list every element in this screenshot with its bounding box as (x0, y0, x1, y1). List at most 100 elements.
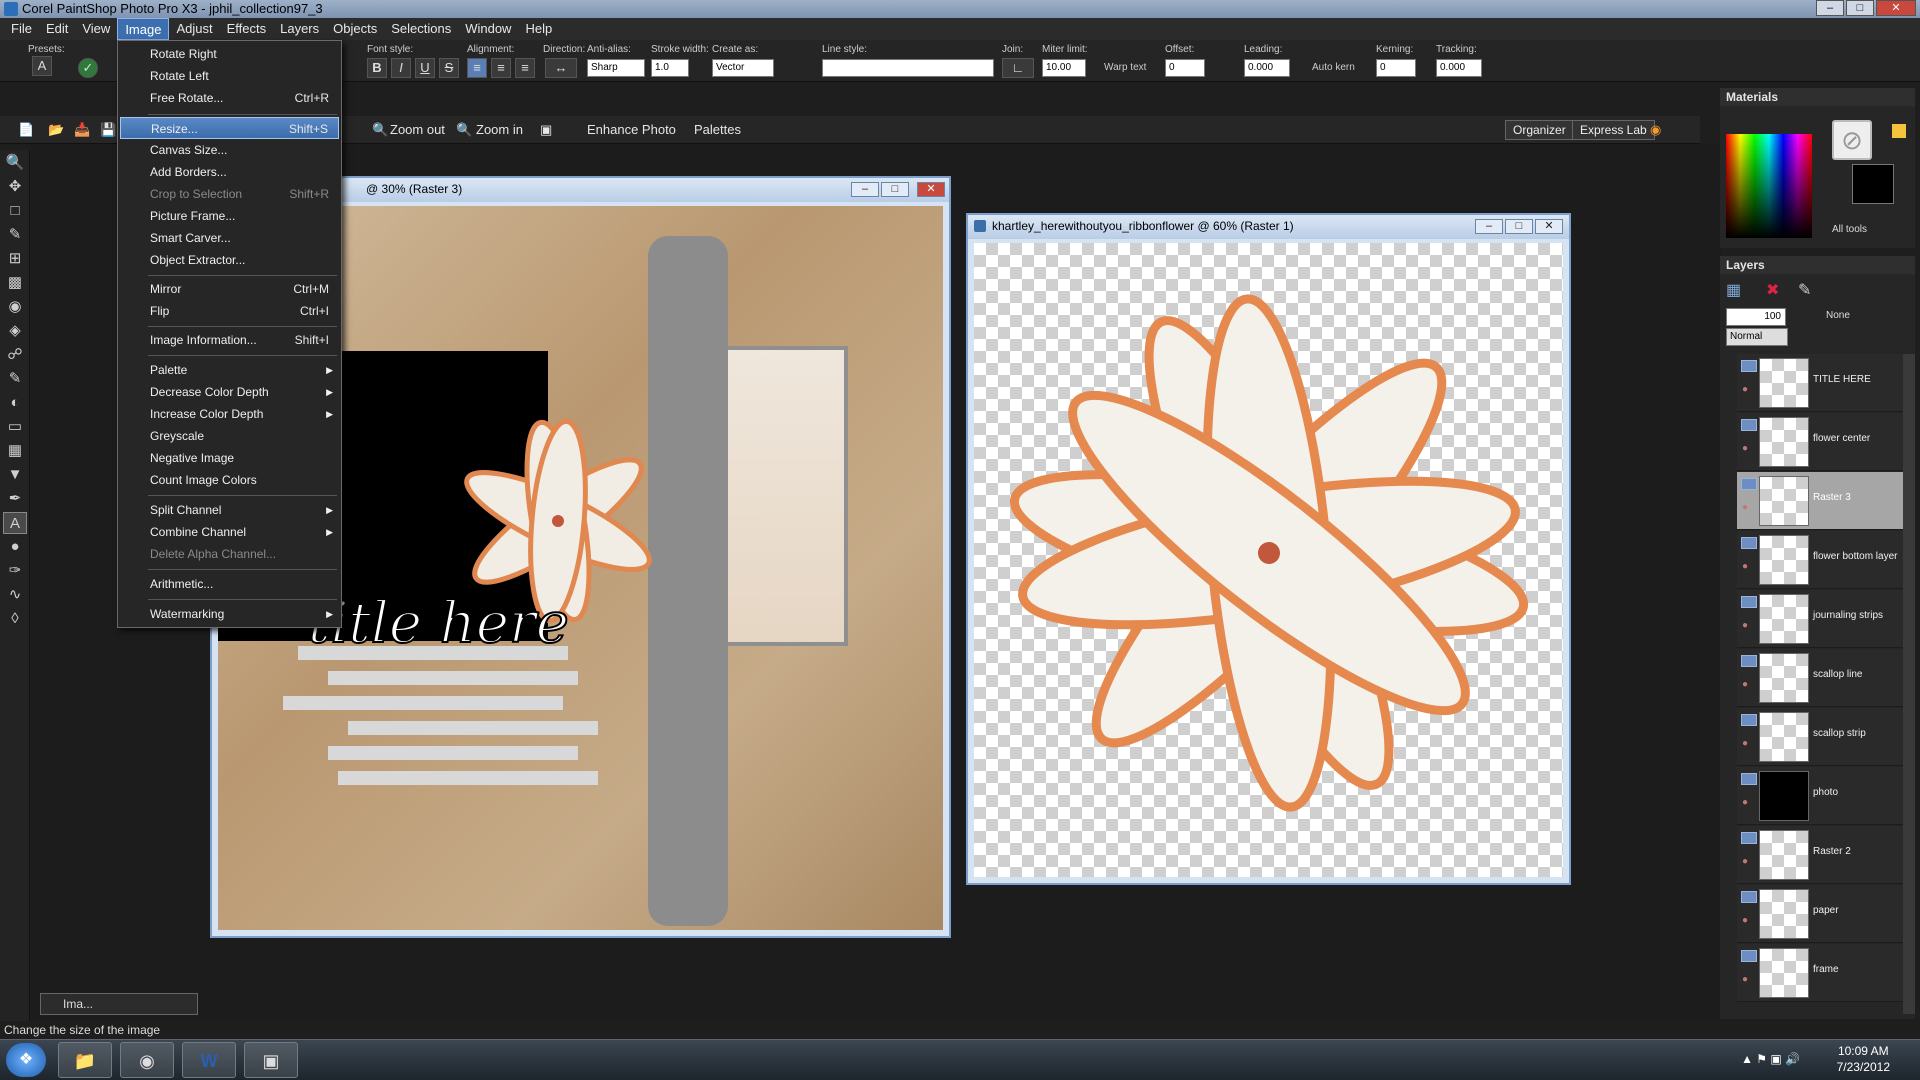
zoom-in-button[interactable]: Zoom in (476, 121, 523, 139)
eraser-tool-icon[interactable]: ▭ (3, 416, 27, 438)
menu-item-smart-carver[interactable]: Smart Carver... (120, 227, 339, 249)
minimized-document[interactable]: Ima... (40, 993, 198, 1015)
blend-mode-select[interactable]: Normal (1726, 328, 1788, 346)
layer-mask-icon[interactable]: ✎ (1798, 280, 1811, 300)
bold-icon[interactable]: B (367, 58, 387, 78)
learning-center-icon[interactable]: ◉ (1650, 121, 1661, 139)
visibility-eye-icon[interactable]: ● (1742, 974, 1748, 985)
menu-layers[interactable]: Layers (273, 18, 326, 40)
menu-item-resize[interactable]: Resize... Shift+S (120, 117, 339, 139)
menu-item-image-information[interactable]: Image Information... Shift+I (120, 329, 339, 351)
start-button-icon[interactable]: ❖ (6, 1043, 46, 1077)
stroke-width-input[interactable]: 1.0 (651, 59, 689, 77)
word-taskbar-icon[interactable]: W (182, 1042, 236, 1078)
menu-item-rotate-left[interactable]: Rotate Left (120, 65, 339, 87)
layer-row-scallop-line[interactable]: ● scallop line (1737, 649, 1903, 707)
swap-colors-icon[interactable] (1892, 124, 1906, 138)
menu-objects[interactable]: Objects (326, 18, 384, 40)
new-layer-icon[interactable]: ▦ (1726, 280, 1741, 300)
menu-adjust[interactable]: Adjust (169, 18, 219, 40)
organizer-button[interactable]: Organizer (1505, 120, 1574, 140)
layer-row-frame[interactable]: ● frame (1737, 944, 1903, 1002)
picture-tube-icon[interactable]: ▦ (3, 440, 27, 462)
dropper-tool-icon[interactable]: ✎ (3, 224, 27, 246)
doc-close-button[interactable]: ✕ (1535, 219, 1563, 234)
menu-file[interactable]: File (4, 18, 39, 40)
close-button[interactable]: ✕ (1876, 0, 1916, 16)
red-eye-tool-icon[interactable]: ◉ (3, 296, 27, 318)
align-right-icon[interactable]: ≡ (515, 58, 535, 78)
visibility-eye-icon[interactable]: ● (1742, 620, 1748, 631)
create-as-select[interactable]: Vector (712, 59, 774, 77)
screen-icon[interactable]: ▣ (540, 121, 552, 139)
ribbon-canvas[interactable] (974, 243, 1563, 877)
makeover-tool-icon[interactable]: ◈ (3, 320, 27, 342)
menu-item-watermarking[interactable]: Watermarking ▶ (120, 603, 339, 625)
delete-layer-icon[interactable]: ✖ (1766, 280, 1779, 300)
menu-help[interactable]: Help (518, 18, 559, 40)
kerning-input[interactable]: 0 (1376, 59, 1416, 77)
maximize-button[interactable]: □ (1846, 0, 1874, 16)
new-file-icon[interactable]: 📄 (18, 121, 34, 139)
tray-icons[interactable]: ▲ ⚑ ▣ 🔊 (1741, 1052, 1800, 1066)
visibility-eye-icon[interactable]: ● (1742, 915, 1748, 926)
menu-item-count-image-colors[interactable]: Count Image Colors (120, 469, 339, 491)
auto-kern-checkbox[interactable]: Auto kern (1312, 62, 1355, 73)
menu-item-palette[interactable]: Palette ▶ (120, 359, 339, 381)
offset-input[interactable]: 0 (1165, 59, 1205, 77)
menu-item-greyscale[interactable]: Greyscale (120, 425, 339, 447)
preset-shape-icon[interactable]: ● (3, 536, 27, 558)
foreground-swatch[interactable]: ⊘ (1832, 120, 1872, 160)
warp-brush-icon[interactable]: ∿ (3, 584, 27, 606)
document-window-ribbon[interactable]: khartley_herewithoutyou_ribbonflower @ 6… (966, 213, 1571, 885)
layer-opacity-input[interactable]: 100 (1726, 308, 1786, 326)
layer-row-raster-3[interactable]: ● Raster 3 (1737, 472, 1903, 530)
pen-tool-icon[interactable]: ✒ (3, 488, 27, 510)
layer-row-flower-center[interactable]: ● flower center (1737, 413, 1903, 471)
straighten-tool-icon[interactable]: ▩ (3, 272, 27, 294)
layer-row-title-here[interactable]: ● TITLE HERE (1737, 354, 1903, 412)
layer-row-flower-bottom-layer[interactable]: ● flower bottom layer (1737, 531, 1903, 589)
mesh-warp-icon[interactable]: ◊ (3, 608, 27, 630)
join-dropdown[interactable]: ∟ (1002, 58, 1034, 78)
visibility-eye-icon[interactable]: ● (1742, 561, 1748, 572)
layer-row-journaling-strips[interactable]: ● journaling strips (1737, 590, 1903, 648)
miter-limit-input[interactable]: 10.00 (1042, 59, 1086, 77)
layer-row-photo[interactable]: ● photo (1737, 767, 1903, 825)
crop-tool-icon[interactable]: ⊞ (3, 248, 27, 270)
menu-item-arithmetic[interactable]: Arithmetic... (120, 573, 339, 595)
express-lab-button[interactable]: Express Lab (1572, 120, 1655, 140)
background-swatch[interactable] (1852, 164, 1894, 204)
zoom-in-icon[interactable]: 🔍 (456, 121, 472, 139)
visibility-eye-icon[interactable]: ● (1742, 384, 1748, 395)
menu-item-mirror[interactable]: Mirror Ctrl+M (120, 278, 339, 300)
layers-scrollbar[interactable] (1903, 354, 1915, 1014)
presets-dropdown[interactable]: A (32, 56, 52, 76)
text-tool-icon[interactable]: A (3, 512, 27, 534)
underline-icon[interactable]: U (415, 58, 435, 78)
layer-row-raster-2[interactable]: ● Raster 2 (1737, 826, 1903, 884)
menu-item-free-rotate[interactable]: Free Rotate... Ctrl+R (120, 87, 339, 109)
tracking-input[interactable]: 0.000 (1436, 59, 1482, 77)
visibility-eye-icon[interactable]: ● (1742, 443, 1748, 454)
apply-icon[interactable]: ✓ (78, 58, 98, 78)
all-tools-checkbox[interactable]: All tools (1832, 224, 1867, 235)
visibility-eye-icon[interactable]: ● (1742, 502, 1748, 513)
browse-icon[interactable]: 📥 (74, 121, 90, 139)
leading-input[interactable]: 0.000 (1244, 59, 1290, 77)
doc-minimize-button[interactable]: – (851, 182, 879, 197)
strikethrough-icon[interactable]: S (439, 58, 459, 78)
align-center-icon[interactable]: ≡ (491, 58, 511, 78)
menu-item-rotate-right[interactable]: Rotate Right (120, 43, 339, 65)
move-tool-icon[interactable]: ✥ (3, 176, 27, 198)
italic-icon[interactable]: I (391, 58, 411, 78)
menu-item-picture-frame[interactable]: Picture Frame... (120, 205, 339, 227)
menu-edit[interactable]: Edit (39, 18, 75, 40)
doc-restore-button[interactable]: □ (881, 182, 909, 197)
layer-row-scallop-strip[interactable]: ● scallop strip (1737, 708, 1903, 766)
lighten-darken-icon[interactable]: ◐ (3, 392, 27, 414)
visibility-eye-icon[interactable]: ● (1742, 679, 1748, 690)
paintshop-taskbar-icon[interactable]: ▣ (244, 1042, 298, 1078)
menu-item-combine-channel[interactable]: Combine Channel ▶ (120, 521, 339, 543)
direction-dropdown[interactable]: ↔ (545, 58, 577, 78)
